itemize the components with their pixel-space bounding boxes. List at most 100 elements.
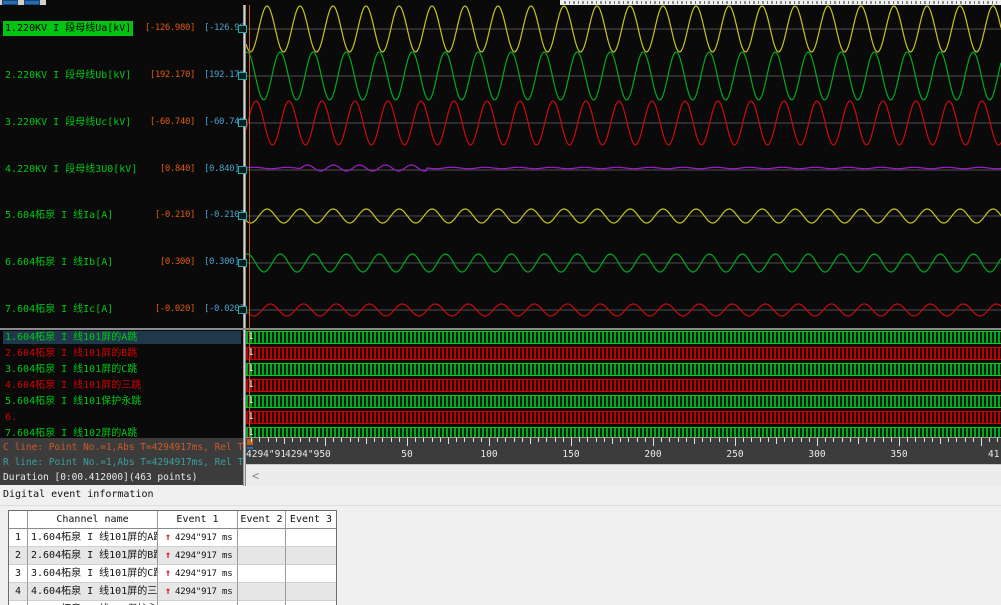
axis-tick bbox=[924, 438, 925, 442]
axis-tick bbox=[268, 438, 269, 442]
axis-tick bbox=[309, 438, 310, 442]
channel-zero-marker[interactable] bbox=[238, 259, 247, 267]
axis-tick bbox=[464, 438, 465, 442]
axis-tick bbox=[276, 438, 277, 442]
cursor-value-c: [0.840] bbox=[143, 162, 195, 177]
digital-channel-label[interactable]: 1.604柘泉 I 线101屏的A跳 bbox=[3, 331, 241, 344]
axis-tick bbox=[751, 438, 752, 442]
event-channel-name: 3.604柘泉 I 线101屏的C跳 bbox=[28, 565, 158, 583]
event-table-row[interactable]: 11.604柘泉 I 线101屏的A跳↑4294"917 ms bbox=[9, 529, 336, 547]
axis-tick bbox=[637, 438, 638, 442]
analog-channel-row[interactable]: 2.220KV I 段母线Ub[kV][192.170][192.170] bbox=[3, 68, 241, 83]
time-cursor-line[interactable] bbox=[249, 5, 250, 438]
axis-tick bbox=[571, 438, 572, 446]
event2-cell bbox=[238, 529, 286, 547]
axis-end-label: 41 bbox=[988, 449, 999, 460]
axis-tick bbox=[661, 438, 662, 442]
horizontal-scrollbar[interactable]: < bbox=[246, 464, 1001, 486]
event-channel-name: 5.604柘泉 I 线101保护永跳 bbox=[28, 601, 158, 605]
axis-tick bbox=[833, 438, 834, 442]
analog-channel-row[interactable]: 6.604柘泉 I 线Ib[A][0.300][0.300] bbox=[3, 255, 241, 270]
event1-cell: ↑4294"917 ms bbox=[158, 547, 238, 565]
channel-zero-marker[interactable] bbox=[238, 166, 247, 174]
channel-zero-marker[interactable] bbox=[238, 306, 247, 314]
scroll-left-arrow-icon[interactable]: < bbox=[252, 468, 259, 484]
analog-channel-label[interactable]: 5.604柘泉 I 线Ia[A] bbox=[3, 208, 115, 223]
axis-tick bbox=[374, 438, 375, 442]
axis-tick bbox=[604, 438, 605, 442]
analog-channel-row[interactable]: 7.604柘泉 I 线Ic[A][-0.020][-0.020] bbox=[3, 302, 241, 317]
axis-tick bbox=[350, 438, 351, 442]
analog-digital-divider[interactable] bbox=[0, 328, 1001, 330]
axis-tick bbox=[612, 438, 613, 444]
analog-channel-row[interactable]: 1.220KV I 段母线Ua[kV][-126.980][-126.980] bbox=[3, 21, 241, 36]
axis-tick bbox=[710, 438, 711, 442]
axis-tick bbox=[259, 438, 260, 442]
event-table-row[interactable]: 55.604柘泉 I 线101保护永跳↑4294"917 ms bbox=[9, 601, 336, 605]
axis-tick bbox=[735, 438, 736, 446]
event1-time: 4294"917 ms bbox=[175, 551, 232, 561]
axis-tick bbox=[817, 438, 818, 446]
event-row-number: 5 bbox=[9, 601, 28, 605]
axis-tick bbox=[743, 438, 744, 442]
cursor-value-c: [-0.210] bbox=[143, 208, 195, 223]
axis-tick-label: 150 bbox=[562, 449, 579, 460]
axis-tick bbox=[300, 438, 301, 442]
digital-channel-label[interactable]: 2.604柘泉 I 线101屏的B跳 bbox=[3, 347, 241, 360]
channel-zero-marker[interactable] bbox=[238, 212, 247, 220]
digital-channel-label[interactable]: 6. bbox=[3, 411, 241, 424]
waveform-panel: 1111111 bbox=[246, 5, 1001, 438]
axis-tick bbox=[448, 438, 449, 444]
axis-tick bbox=[432, 438, 433, 442]
analog-channel-label[interactable]: 1.220KV I 段母线Ua[kV] bbox=[3, 21, 133, 36]
event-table-row[interactable]: 22.604柘泉 I 线101屏的B跳↑4294"917 ms bbox=[9, 547, 336, 565]
event2-cell bbox=[238, 547, 286, 565]
digital-channel-label[interactable]: 4.604柘泉 I 线101屏的三跳 bbox=[3, 379, 241, 392]
analog-channel-label[interactable]: 2.220KV I 段母线Ub[kV] bbox=[3, 68, 133, 83]
axis-tick bbox=[809, 438, 810, 442]
analog-channel-row[interactable]: 3.220KV I 段母线Uc[kV][-60.740][-60.740] bbox=[3, 115, 241, 130]
analog-channel-row[interactable]: 4.220KV I 段母线3U0[kV][0.840][0.840] bbox=[3, 162, 241, 177]
event-table-row[interactable]: 44.604柘泉 I 线101屏的三跳↑4294"917 ms bbox=[9, 583, 336, 601]
axis-tick bbox=[669, 438, 670, 442]
analog-channel-label[interactable]: 4.220KV I 段母线3U0[kV] bbox=[3, 162, 139, 177]
clipped-titlebar-text bbox=[564, 1, 997, 4]
axis-tick bbox=[423, 438, 424, 442]
cursor-value-c: [192.170] bbox=[143, 68, 195, 83]
event-row-number: 4 bbox=[9, 583, 28, 601]
axis-tick bbox=[579, 438, 580, 442]
analog-channel-label[interactable]: 6.604柘泉 I 线Ib[A] bbox=[3, 255, 115, 270]
axis-tick bbox=[858, 438, 859, 444]
axis-tick bbox=[366, 438, 367, 444]
cursor-value-c: [-0.020] bbox=[143, 302, 195, 317]
cursor-value-c: [0.300] bbox=[143, 255, 195, 270]
axis-tick bbox=[628, 438, 629, 442]
axis-tick bbox=[440, 438, 441, 442]
axis-tick bbox=[915, 438, 916, 442]
axis-tick bbox=[251, 438, 252, 442]
channel-zero-marker[interactable] bbox=[238, 25, 247, 33]
event-row-number: 2 bbox=[9, 547, 28, 565]
axis-tick bbox=[760, 438, 761, 442]
analog-channel-row[interactable]: 5.604柘泉 I 线Ia[A][-0.210][-0.210] bbox=[3, 208, 241, 223]
axis-tick bbox=[907, 438, 908, 442]
axis-tick-label: 300 bbox=[808, 449, 825, 460]
axis-tick bbox=[899, 438, 900, 446]
channel-zero-marker[interactable] bbox=[238, 119, 247, 127]
c-line-status: C line: Point No.=1,Abs T=4294917ms, Rel… bbox=[3, 440, 243, 455]
digital-channel-label[interactable]: 7.604柘泉 I 线102屏的A跳 bbox=[3, 427, 241, 438]
axis-tick bbox=[874, 438, 875, 442]
event2-cell bbox=[238, 583, 286, 601]
analog-channel-label[interactable]: 7.604柘泉 I 线Ic[A] bbox=[3, 302, 115, 317]
digital-channel-label[interactable]: 5.604柘泉 I 线101保护永跳 bbox=[3, 395, 241, 408]
analog-channel-list: 1.220KV I 段母线Ua[kV][-126.980][-126.980] 2… bbox=[0, 5, 243, 438]
event-row-number: 3 bbox=[9, 565, 28, 583]
digital-trace-bar: 1 bbox=[246, 347, 1001, 360]
digital-channel-label[interactable]: 3.604柘泉 I 线101屏的C跳 bbox=[3, 363, 241, 376]
channel-zero-marker[interactable] bbox=[238, 72, 247, 80]
event-table-row[interactable]: 33.604柘泉 I 线101屏的C跳↑4294"917 ms bbox=[9, 565, 336, 583]
analog-channel-label[interactable]: 3.220KV I 段母线Uc[kV] bbox=[3, 115, 133, 130]
axis-tick bbox=[284, 438, 285, 444]
section-divider bbox=[0, 505, 1001, 506]
axis-tick bbox=[456, 438, 457, 442]
